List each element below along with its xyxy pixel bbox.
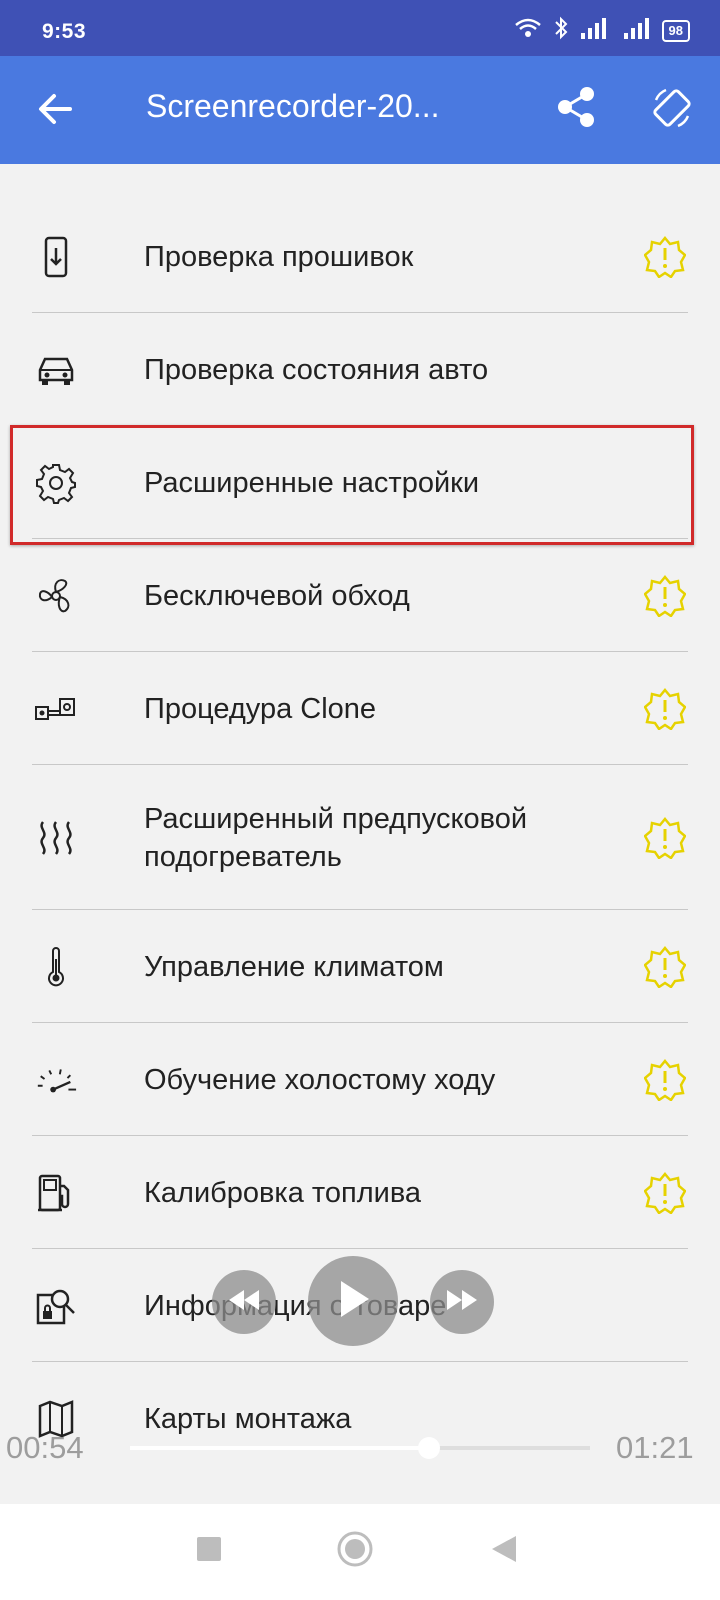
rewind-button[interactable]	[212, 1270, 276, 1334]
menu-item-label: Управление климатом	[144, 950, 444, 983]
rewind-icon	[227, 1288, 261, 1317]
car-icon	[34, 348, 78, 392]
recents-icon[interactable]	[196, 1536, 222, 1567]
menu-item-fuel-calibration[interactable]: Калибровка топлива	[0, 1136, 720, 1249]
battery-indicator: 98	[661, 19, 690, 42]
warning-badge-icon	[643, 1058, 687, 1102]
warning-badge-icon	[643, 687, 687, 731]
current-time: 00:54	[6, 1430, 84, 1465]
fast-forward-icon	[445, 1288, 479, 1317]
home-icon[interactable]	[336, 1530, 374, 1573]
menu-item-climate-control[interactable]: Управление климатом	[0, 910, 720, 1023]
menu-item-label: Обучение холостому ходу	[144, 1063, 496, 1096]
menu-item-label: Расширенный предпусковой подогреватель	[144, 802, 528, 873]
seek-bar[interactable]	[130, 1446, 590, 1450]
status-time: 9:53	[42, 20, 87, 43]
play-icon	[335, 1279, 371, 1324]
menu-item-firmware-check[interactable]: Проверка прошивок	[0, 200, 720, 313]
menu-item-label: Калибровка топлива	[144, 1176, 422, 1209]
wifi-icon	[514, 17, 542, 44]
warning-badge-icon	[643, 816, 687, 860]
bluetooth-icon	[554, 16, 568, 45]
menu-item-label: Бесключевой обход	[144, 579, 410, 612]
menu-item-car-status[interactable]: Проверка состояния авто	[0, 313, 720, 426]
menu-item-advanced-settings[interactable]: Расширенные настройки	[0, 426, 720, 539]
fast-forward-button[interactable]	[430, 1270, 494, 1334]
fan-icon	[34, 574, 78, 618]
total-time: 01:21	[616, 1430, 694, 1465]
warning-badge-icon	[643, 945, 687, 989]
seek-handle[interactable]	[418, 1437, 440, 1459]
gear-icon	[34, 461, 78, 505]
status-bar: 9:53 98	[0, 0, 720, 56]
gauge-icon	[34, 1058, 78, 1102]
menu-item-preheater[interactable]: Расширенный предпусковой подогреватель	[0, 765, 720, 910]
warning-badge-icon	[643, 235, 687, 279]
clone-module-icon	[34, 687, 78, 731]
warning-badge-icon	[643, 1171, 687, 1215]
menu-item-label: Расширенные настройки	[144, 466, 480, 499]
signal-icon	[580, 17, 610, 44]
system-nav-bar	[0, 1504, 720, 1600]
menu-item-label: Процедура Clone	[144, 692, 377, 725]
seek-progress	[130, 1446, 429, 1450]
signal-4g-icon	[622, 17, 650, 44]
status-icons: 98	[514, 16, 690, 45]
thermometer-icon	[34, 945, 78, 989]
video-player-overlay: 00:54 01:21	[0, 1256, 720, 1470]
warning-badge-icon	[643, 574, 687, 618]
back-triangle-icon[interactable]	[490, 1534, 518, 1569]
arrow-left-icon[interactable]	[36, 90, 74, 133]
app-bar: Screenrecorder-20...	[0, 56, 720, 164]
heat-waves-icon	[34, 816, 78, 860]
play-button[interactable]	[308, 1256, 398, 1346]
menu-item-clone-procedure[interactable]: Процедура Clone	[0, 652, 720, 765]
phone-download-icon	[34, 235, 78, 279]
menu-item-label: Проверка состояния авто	[144, 353, 489, 386]
menu-item-idle-learning[interactable]: Обучение холостому ходу	[0, 1023, 720, 1136]
fuel-pump-icon	[34, 1171, 78, 1215]
share-icon[interactable]	[556, 86, 596, 133]
screen-rotation-icon[interactable]	[650, 86, 694, 135]
menu-item-label: Проверка прошивок	[144, 240, 414, 273]
page-title: Screenrecorder-20...	[146, 88, 440, 124]
menu-item-keyless-bypass[interactable]: Бесключевой обход	[0, 539, 720, 652]
